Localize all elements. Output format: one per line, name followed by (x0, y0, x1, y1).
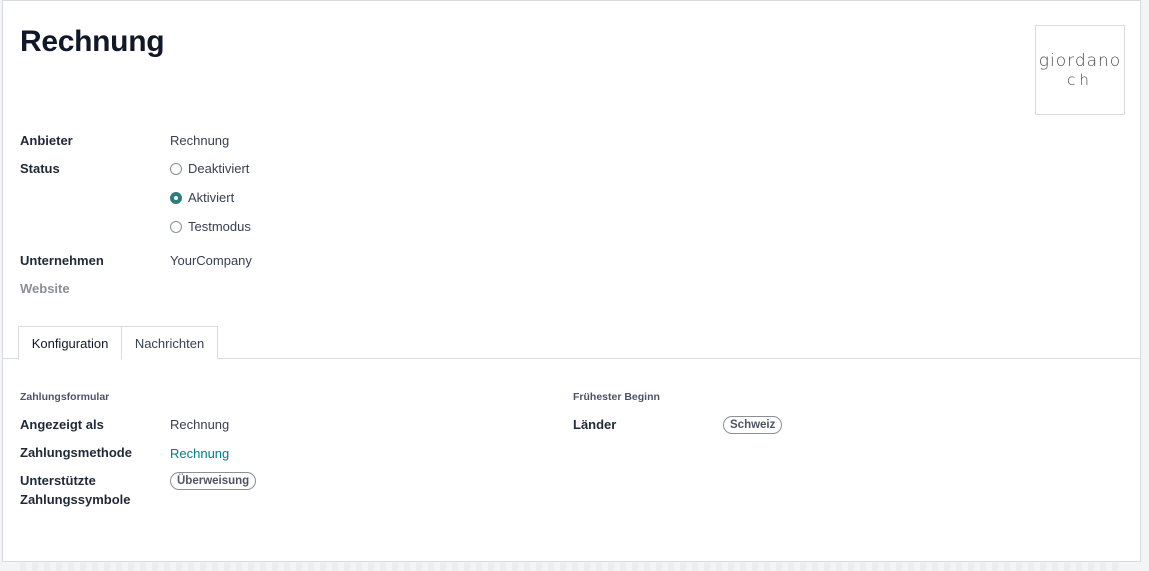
logo-text-line2: ch (1067, 71, 1093, 89)
website-label: Website (20, 281, 70, 296)
company-value[interactable]: YourCompany (170, 253, 252, 268)
status-option-label: Testmodus (188, 219, 251, 234)
status-option-testmodus[interactable]: Testmodus (170, 219, 251, 234)
status-option-aktiviert[interactable]: Aktiviert (170, 190, 234, 205)
status-label: Status (20, 161, 60, 176)
tab-konfiguration[interactable]: Konfiguration (18, 326, 122, 360)
payment-form-section-title: Zahlungsformular (20, 391, 110, 403)
provider-label: Anbieter (20, 133, 73, 148)
radio-icon[interactable] (170, 162, 182, 175)
status-option-label: Deaktiviert (188, 161, 250, 176)
displayed-as-value: Rechnung (170, 417, 230, 432)
supported-symbols-label-line2: Zahlungssymbole (20, 492, 131, 507)
supported-symbols-label-line1: Unterstützte (20, 473, 96, 488)
payment-method-label: Zahlungsmethode (20, 445, 132, 460)
payment-method-link[interactable]: Rechnung (170, 446, 229, 461)
logo-text-line1: giordano (1038, 51, 1122, 71)
radio-checked-icon[interactable] (170, 191, 182, 204)
page-shadow (20, 563, 1120, 571)
notebook-tabs: Konfiguration Nachrichten (3, 326, 1140, 360)
provider-value: Rechnung (170, 133, 230, 148)
tab-nachrichten[interactable]: Nachrichten (121, 326, 218, 359)
displayed-as-label: Angezeigt als (20, 417, 104, 432)
countries-label: Länder (573, 417, 617, 432)
supported-symbol-tag[interactable]: Überweisung (170, 472, 257, 490)
status-option-label: Aktiviert (188, 190, 235, 205)
country-tag[interactable]: Schweiz (723, 416, 783, 434)
status-option-deaktiviert[interactable]: Deaktiviert (170, 161, 249, 176)
page-title: Rechnung (20, 25, 165, 58)
provider-logo[interactable]: giordano ch (1035, 25, 1125, 115)
company-label: Unternehmen (20, 253, 104, 268)
form-sheet: Rechnung giordano ch Anbieter Rechnung S… (2, 0, 1141, 562)
earliest-start-section-title: Frühester Beginn (573, 391, 660, 403)
radio-icon[interactable] (170, 220, 182, 233)
